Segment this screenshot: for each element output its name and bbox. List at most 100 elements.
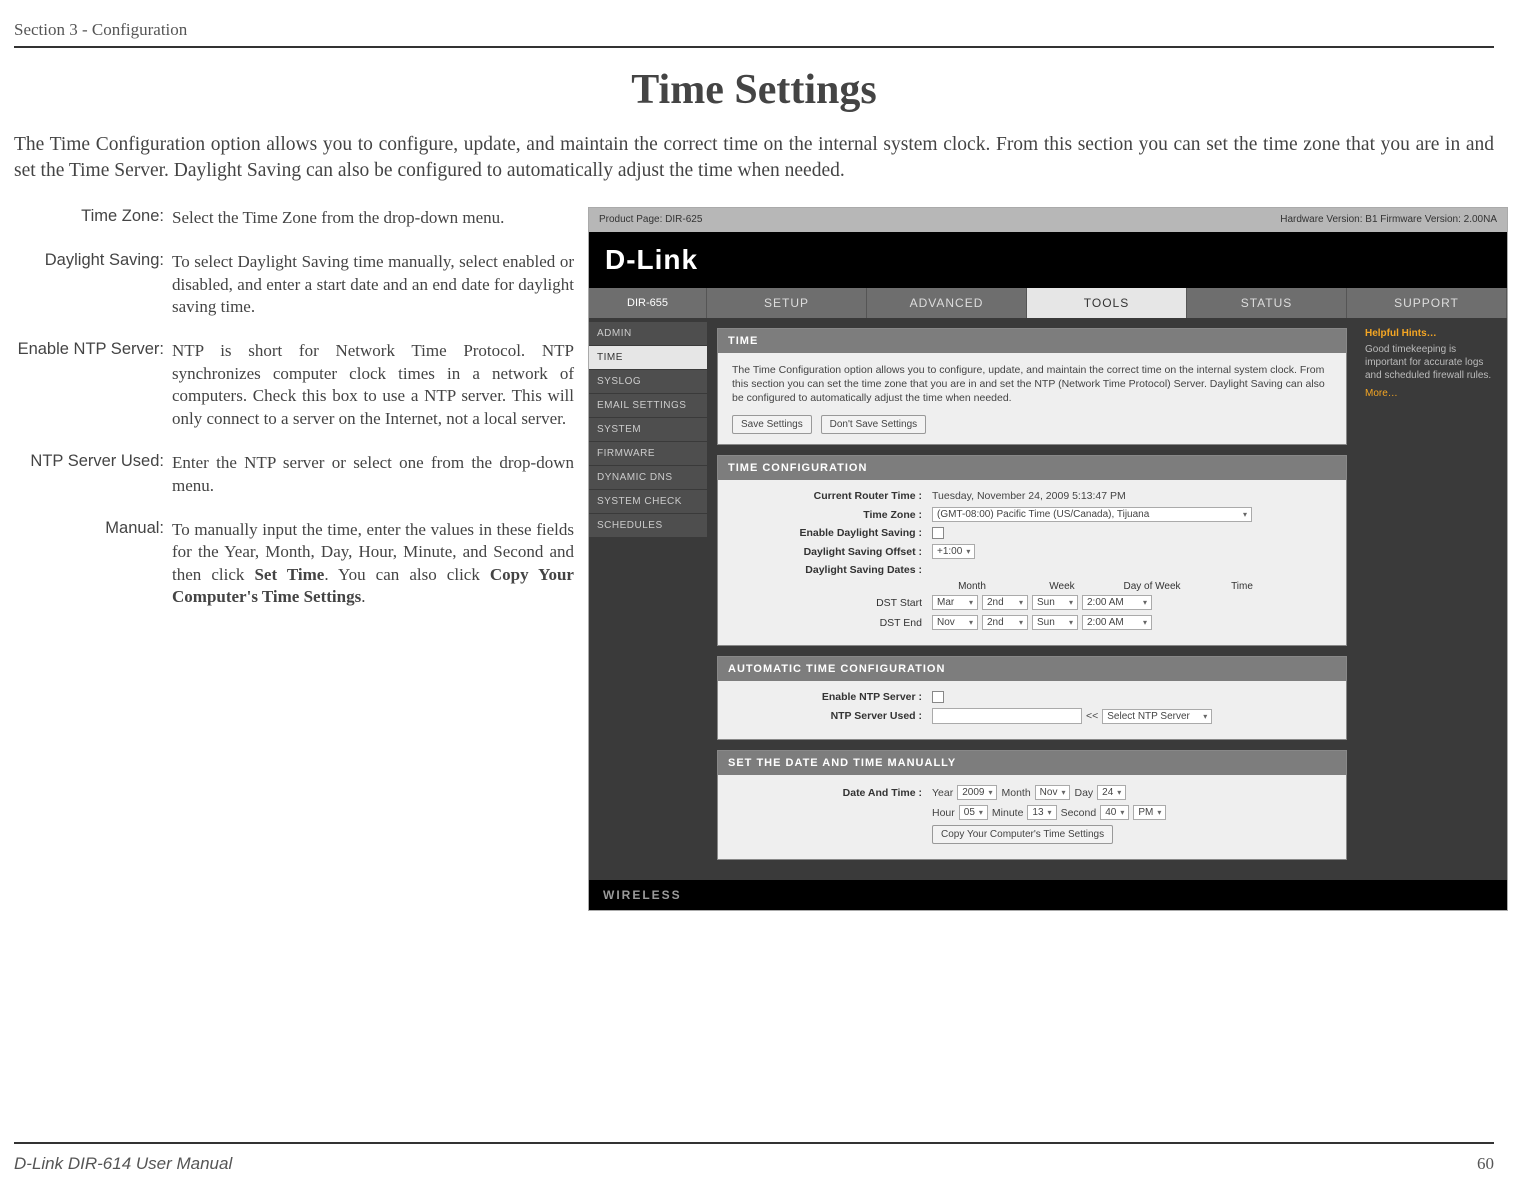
def-text: NTP is short for Network Time Protocol. … — [172, 340, 574, 430]
dlink-logo: D-Link — [605, 244, 698, 276]
second-label: Second — [1061, 807, 1097, 819]
minute-label: Minute — [992, 807, 1024, 819]
ntp-used-row: NTP Server Used : << Select NTP Server — [732, 708, 1332, 724]
auto-time-panel: AUTOMATIC TIME CONFIGURATION Enable NTP … — [717, 656, 1347, 740]
dsd-label: Daylight Saving Dates : — [732, 564, 932, 576]
definitions-column: Time Zone: Select the Time Zone from the… — [14, 207, 574, 912]
ntp-server-select[interactable]: Select NTP Server — [1102, 709, 1212, 724]
dt-row2: Hour 05 Minute 13 Second 40 PM — [732, 805, 1332, 820]
version-label: Hardware Version: B1 Firmware Version: 2… — [1280, 214, 1497, 225]
def-label: Manual: — [14, 519, 172, 609]
dt-val-line2: Hour 05 Minute 13 Second 40 PM — [932, 805, 1332, 820]
eds-row: Enable Daylight Saving : — [732, 527, 1332, 539]
copy-computer-time-button[interactable]: Copy Your Computer's Time Settings — [932, 825, 1113, 844]
start-week[interactable]: 2nd — [982, 595, 1028, 610]
month-select[interactable]: Nov — [1035, 785, 1071, 800]
ampm-select[interactable]: PM — [1133, 805, 1166, 820]
copy-val: Copy Your Computer's Time Settings — [932, 825, 1332, 844]
sidebar-item-ddns[interactable]: DYNAMIC DNS — [589, 466, 707, 490]
sidebar-item-admin[interactable]: ADMIN — [589, 322, 707, 346]
dont-save-button[interactable]: Don't Save Settings — [821, 415, 927, 434]
sidebar: ADMIN TIME SYSLOG EMAIL SETTINGS SYSTEM … — [589, 318, 707, 881]
wireless-bar: WIRELESS — [589, 880, 1507, 910]
manual-head: SET THE DATE AND TIME MANUALLY — [718, 751, 1346, 775]
dst-end-label: DST End — [732, 617, 932, 629]
second-select[interactable]: 40 — [1100, 805, 1129, 820]
sidebar-item-schedules[interactable]: SCHEDULES — [589, 514, 707, 538]
help-more-link[interactable]: More… — [1365, 388, 1499, 399]
end-dow[interactable]: Sun — [1032, 615, 1078, 630]
dso-row: Daylight Saving Offset : +1:00 — [732, 544, 1332, 559]
start-time[interactable]: 2:00 AM — [1082, 595, 1152, 610]
sidebar-item-syscheck[interactable]: SYSTEM CHECK — [589, 490, 707, 514]
auto-head: AUTOMATIC TIME CONFIGURATION — [718, 657, 1346, 681]
copy-row: Copy Your Computer's Time Settings — [732, 825, 1332, 844]
product-page-label: Product Page: DIR-625 — [599, 214, 702, 225]
day-select[interactable]: 24 — [1097, 785, 1126, 800]
end-month[interactable]: Nov — [932, 615, 978, 630]
manual-body: Date And Time : Year 2009 Month Nov Day … — [718, 775, 1346, 859]
tz-row: Time Zone : (GMT-08:00) Pacific Time (US… — [732, 507, 1332, 522]
hour-select[interactable]: 05 — [959, 805, 988, 820]
def-daylight: Daylight Saving: To select Daylight Savi… — [14, 251, 574, 318]
page-number: 60 — [1477, 1154, 1494, 1174]
ntp-enable-label: Enable NTP Server : — [732, 691, 932, 703]
tab-tools[interactable]: TOOLS — [1027, 288, 1187, 318]
dso-value: +1:00 — [932, 544, 1332, 559]
bottom-rule — [14, 1142, 1494, 1144]
year-label: Year — [932, 787, 953, 799]
def-label: NTP Server Used: — [14, 452, 172, 497]
def-enable-ntp: Enable NTP Server: NTP is short for Netw… — [14, 340, 574, 430]
sidebar-item-system[interactable]: SYSTEM — [589, 418, 707, 442]
footer-manual-title: D-Link DIR-614 User Manual — [14, 1154, 232, 1174]
footer: D-Link DIR-614 User Manual 60 — [14, 1154, 1494, 1174]
minute-select[interactable]: 13 — [1027, 805, 1056, 820]
end-week[interactable]: 2nd — [982, 615, 1028, 630]
col-week: Week — [1032, 581, 1092, 592]
intro-paragraph: The Time Configuration option allows you… — [14, 132, 1494, 185]
eds-label: Enable Daylight Saving : — [732, 527, 932, 539]
body-row: ADMIN TIME SYSLOG EMAIL SETTINGS SYSTEM … — [589, 318, 1507, 881]
auto-body: Enable NTP Server : NTP Server Used : <<… — [718, 681, 1346, 739]
sidebar-item-email[interactable]: EMAIL SETTINGS — [589, 394, 707, 418]
arrow-left-icon: << — [1086, 710, 1098, 722]
product-bar: Product Page: DIR-625 Hardware Version: … — [589, 208, 1507, 232]
dst-cols: Month Week Day of Week Time — [942, 581, 1332, 592]
def-label: Time Zone: — [14, 207, 172, 229]
dt-label: Date And Time : — [732, 787, 932, 799]
ntp-server-input[interactable] — [932, 708, 1082, 724]
tab-setup[interactable]: SETUP — [707, 288, 867, 318]
page-title: Time Settings — [14, 66, 1494, 114]
def-ntp-used: NTP Server Used: Enter the NTP server or… — [14, 452, 574, 497]
help-column: Helpful Hints… Good timekeeping is impor… — [1357, 318, 1507, 881]
col-month: Month — [942, 581, 1002, 592]
time-panel: TIME The Time Configuration option allow… — [717, 328, 1347, 446]
def-time-zone: Time Zone: Select the Time Zone from the… — [14, 207, 574, 229]
tz-label: Time Zone : — [732, 509, 932, 521]
ntp-enable-checkbox[interactable] — [932, 691, 944, 703]
main-column: TIME The Time Configuration option allow… — [707, 318, 1357, 881]
ntp-enable-row: Enable NTP Server : — [732, 691, 1332, 703]
dso-select[interactable]: +1:00 — [932, 544, 975, 559]
year-select[interactable]: 2009 — [957, 785, 997, 800]
start-month[interactable]: Mar — [932, 595, 978, 610]
content-row: Time Zone: Select the Time Zone from the… — [14, 207, 1494, 912]
sidebar-item-syslog[interactable]: SYSLOG — [589, 370, 707, 394]
end-time[interactable]: 2:00 AM — [1082, 615, 1152, 630]
crt-label: Current Router Time : — [732, 490, 932, 502]
def-text: To manually input the time, enter the va… — [172, 519, 574, 609]
sidebar-item-firmware[interactable]: FIRMWARE — [589, 442, 707, 466]
eds-value — [932, 527, 1332, 539]
def-manual: Manual: To manually input the time, ente… — [14, 519, 574, 609]
tc-head: TIME CONFIGURATION — [718, 456, 1346, 480]
save-settings-button[interactable]: Save Settings — [732, 415, 812, 434]
tab-advanced[interactable]: ADVANCED — [867, 288, 1027, 318]
start-dow[interactable]: Sun — [1032, 595, 1078, 610]
sidebar-item-time[interactable]: TIME — [589, 346, 707, 370]
section-header: Section 3 - Configuration — [14, 20, 1494, 46]
tab-status[interactable]: STATUS — [1187, 288, 1347, 318]
tab-support[interactable]: SUPPORT — [1347, 288, 1507, 318]
eds-checkbox[interactable] — [932, 527, 944, 539]
time-config-panel: TIME CONFIGURATION Current Router Time :… — [717, 455, 1347, 646]
tz-select[interactable]: (GMT-08:00) Pacific Time (US/Canada), Ti… — [932, 507, 1252, 522]
